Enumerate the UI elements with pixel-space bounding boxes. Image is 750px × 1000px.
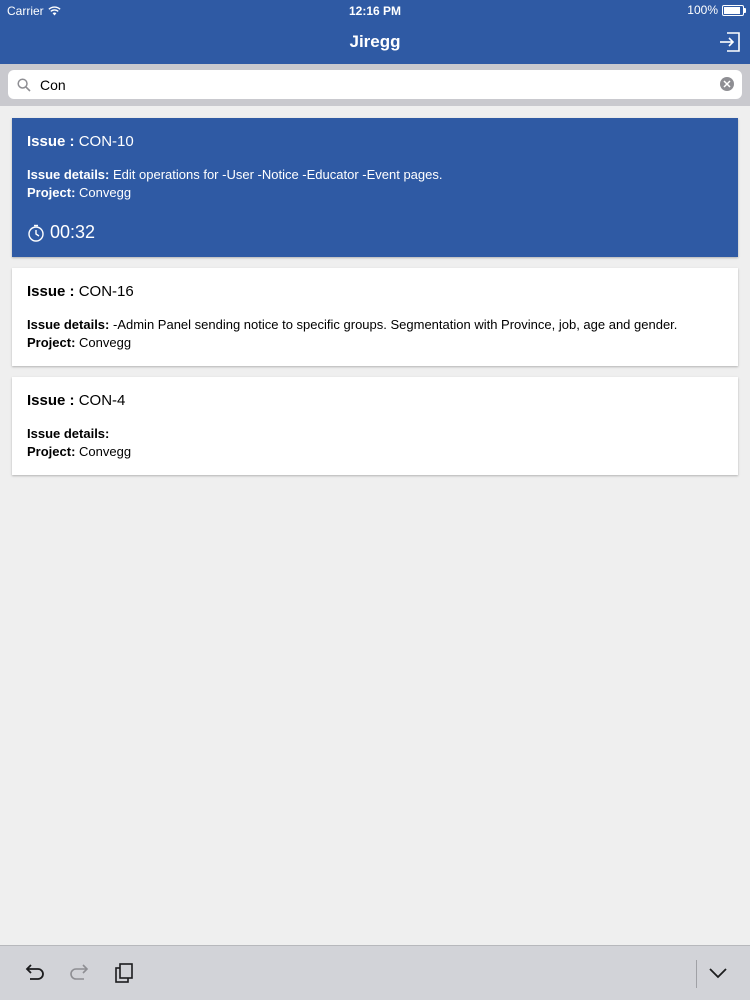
issue-project-row: Project: Convegg bbox=[27, 443, 723, 461]
issue-details-row: Issue details: -Admin Panel sending noti… bbox=[27, 316, 723, 334]
issue-project-label: Project: bbox=[27, 444, 76, 459]
issue-title: Issue : CON-4 bbox=[27, 392, 723, 409]
battery-indicator: 100% bbox=[687, 3, 746, 17]
clear-icon[interactable] bbox=[720, 77, 734, 91]
issue-details-row: Issue details: Edit operations for -User… bbox=[27, 166, 723, 184]
issue-details-text: Edit operations for -User -Notice -Educa… bbox=[113, 167, 443, 182]
issue-label: Issue : bbox=[27, 283, 75, 300]
issue-details-row: Issue details: bbox=[27, 425, 723, 443]
search-input[interactable] bbox=[38, 75, 702, 94]
issue-details-text: -Admin Panel sending notice to specific … bbox=[113, 317, 678, 332]
issue-project-row: Project: Convegg bbox=[27, 184, 723, 202]
battery-icon bbox=[722, 4, 746, 16]
issue-project-label: Project: bbox=[27, 185, 76, 200]
issue-details-label: Issue details: bbox=[27, 426, 110, 441]
issue-card-con-10[interactable]: Issue : CON-10 Issue details: Edit opera… bbox=[12, 118, 738, 257]
search-icon bbox=[17, 77, 31, 92]
page-title: Jiregg bbox=[349, 32, 401, 51]
navigation-bar: Carrier 12:16 PM 100% Jiregg bbox=[0, 0, 750, 64]
issue-key: CON-4 bbox=[78, 392, 126, 409]
clipboard-icon[interactable] bbox=[113, 962, 135, 984]
issue-key: CON-10 bbox=[78, 133, 134, 150]
battery-fill bbox=[724, 6, 740, 14]
search-bar bbox=[0, 64, 750, 106]
keyboard-shortcut-bar bbox=[0, 945, 750, 1000]
issue-label: Issue : bbox=[27, 133, 75, 150]
issue-project-name: Convegg bbox=[79, 444, 132, 459]
redo-icon[interactable] bbox=[68, 962, 90, 984]
issue-project-row: Project: Convegg bbox=[27, 334, 723, 352]
issue-key: CON-16 bbox=[78, 283, 134, 300]
clear-x-icon bbox=[723, 80, 731, 88]
toolbar-divider bbox=[696, 960, 697, 988]
issue-list: Issue : CON-10 Issue details: Edit opera… bbox=[12, 118, 738, 486]
chevron-down-icon[interactable] bbox=[707, 962, 729, 984]
search-field[interactable] bbox=[8, 70, 742, 99]
logout-icon[interactable] bbox=[718, 30, 742, 54]
issue-timer: 00:32 bbox=[27, 222, 723, 243]
issue-project-label: Project: bbox=[27, 335, 76, 350]
status-time: 12:16 PM bbox=[348, 4, 402, 18]
issue-details-label: Issue details: bbox=[27, 317, 110, 332]
issue-details-label: Issue details: bbox=[27, 167, 110, 182]
app-screen: Carrier 12:16 PM 100% Jiregg Con Issue:… bbox=[0, 0, 750, 1000]
stopwatch-icon bbox=[28, 224, 44, 242]
issue-project-name: Convegg bbox=[79, 335, 132, 350]
issue-card-con-4[interactable]: Issue : CON-4 Issue details: Project: Co… bbox=[12, 377, 738, 475]
issue-title: Issue : CON-10 bbox=[27, 133, 723, 150]
timer-value: 00:32 bbox=[50, 222, 96, 242]
issue-title: Issue : CON-16 bbox=[27, 283, 723, 300]
issue-card-con-16[interactable]: Issue : CON-16 Issue details: -Admin Pan… bbox=[12, 268, 738, 366]
issue-project-name: Convegg bbox=[79, 185, 132, 200]
issue-label: Issue : bbox=[27, 392, 75, 409]
status-bar: Carrier 12:16 PM 100% bbox=[0, 0, 750, 22]
battery-percent: 100% bbox=[687, 3, 718, 17]
undo-icon[interactable] bbox=[24, 962, 46, 984]
